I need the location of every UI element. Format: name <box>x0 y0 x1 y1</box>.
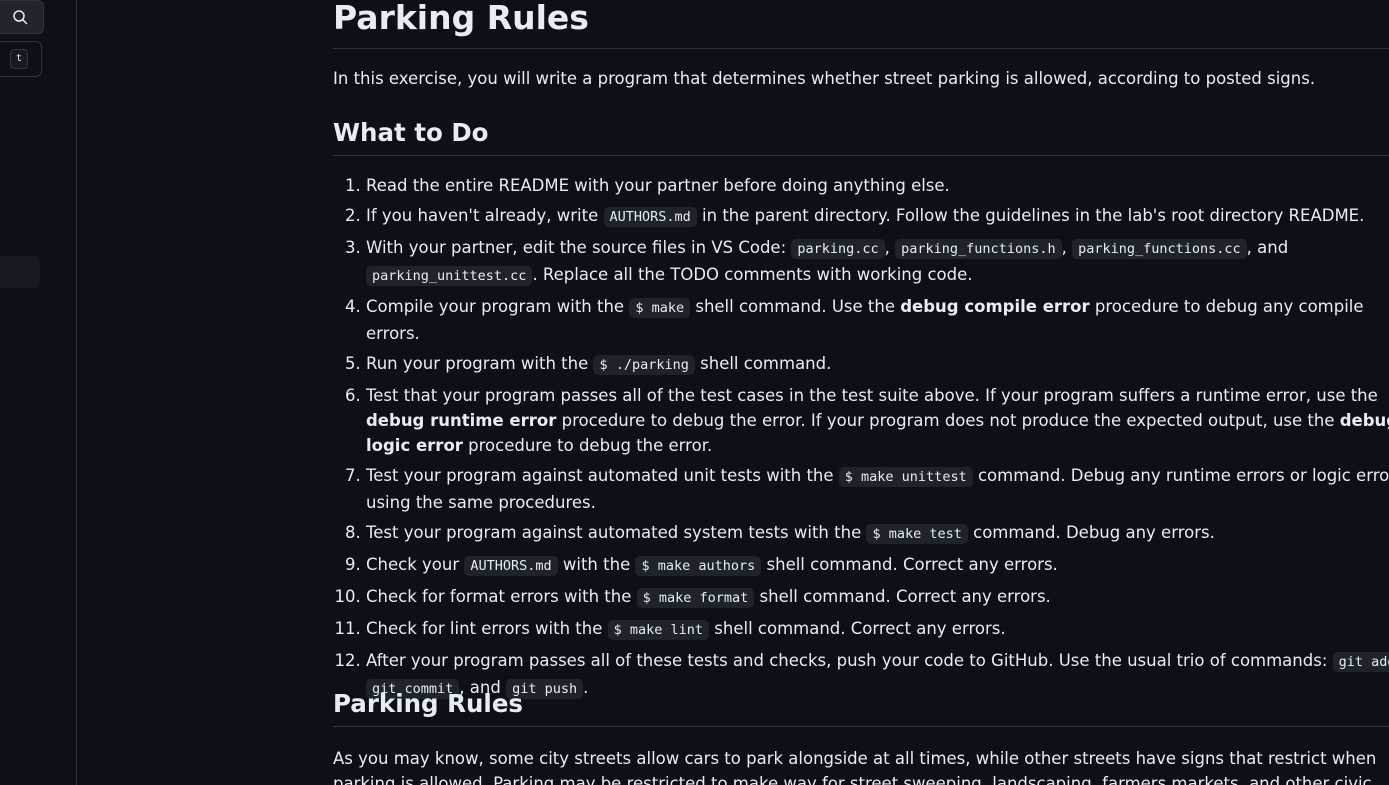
code-parking-cc: parking.cc <box>791 239 885 259</box>
readme-content: Parking Rules In this exercise, you will… <box>333 0 1389 785</box>
code-make-unittest: $ make unittest <box>838 467 973 487</box>
step-8-text: command. Debug any errors. <box>967 523 1215 542</box>
step-7-text: Test your program against automated unit… <box>366 466 839 485</box>
step-9-text: shell command. Correct any errors. <box>761 555 1058 574</box>
step-6-text: procedure to debug the error. If your pr… <box>556 411 1340 430</box>
code-parking-functions-h: parking_functions.h <box>895 239 1062 259</box>
code-make-format: $ make format <box>636 588 755 608</box>
step-2-text: in the parent directory. Follow the guid… <box>696 206 1365 225</box>
step-1: Read the entire README with your partner… <box>366 173 1389 198</box>
code-git-add: git add <box>1332 652 1389 672</box>
step-12-text: . <box>583 678 589 697</box>
step-5-text: Run your program with the <box>366 354 594 373</box>
parking-rules-divider <box>333 726 1389 727</box>
step-2: If you haven't already, write AUTHORS.md… <box>366 203 1389 230</box>
sidebar-resize-handle[interactable] <box>60 0 77 785</box>
step-10-text: shell command. Correct any errors. <box>754 587 1051 606</box>
step-3-text: , <box>884 238 896 257</box>
step-9: Check your AUTHORS.md with the $ make au… <box>366 552 1389 579</box>
intro-paragraph: In this exercise, you will write a progr… <box>333 69 1316 88</box>
step-9-text: with the <box>557 555 636 574</box>
step-5-text: shell command. <box>694 354 832 373</box>
sidebar-active-item[interactable] <box>0 256 40 288</box>
heading-parking-rules: Parking Rules <box>333 689 524 718</box>
what-to-do-divider <box>333 155 1389 156</box>
search-icon <box>13 10 28 25</box>
code-run-parking: $ ./parking <box>593 355 695 375</box>
bold-debug-compile-error: debug compile error <box>900 297 1090 316</box>
code-authors-md: AUTHORS.md <box>603 207 697 227</box>
steps-list: Read the entire README with your partner… <box>333 173 1389 707</box>
step-3-text: , <box>1061 238 1073 257</box>
step-1-text: Read the entire README with your partner… <box>366 176 950 195</box>
step-3: With your partner, edit the source files… <box>366 235 1389 289</box>
step-5: Run your program with the $ ./parking sh… <box>366 351 1389 378</box>
step-3-text: , and <box>1246 238 1289 257</box>
step-9-text: Check your <box>366 555 465 574</box>
parking-rules-paragraph: As you may know, some city streets allow… <box>333 749 1377 785</box>
step-4: Compile your program with the $ make she… <box>366 294 1389 346</box>
heading-what-to-do: What to Do <box>333 118 489 147</box>
step-6-text: Test that your program passes all of the… <box>366 386 1378 405</box>
search-button[interactable] <box>0 0 44 34</box>
page-title: Parking Rules <box>333 0 589 37</box>
step-11-text: shell command. Correct any errors. <box>709 619 1006 638</box>
step-10: Check for format errors with the $ make … <box>366 584 1389 611</box>
step-11: Check for lint errors with the $ make li… <box>366 616 1389 643</box>
step-3-text: . Replace all the TODO comments with wor… <box>532 265 973 284</box>
shortcut-key: t <box>10 49 28 69</box>
code-make-authors: $ make authors <box>635 556 762 576</box>
step-7: Test your program against automated unit… <box>366 463 1389 515</box>
step-8: Test your program against automated syst… <box>366 520 1389 547</box>
bold-debug-runtime-error: debug runtime error <box>366 411 557 430</box>
code-parking-functions-cc: parking_functions.cc <box>1072 239 1247 259</box>
step-6: Test that your program passes all of the… <box>366 383 1389 458</box>
sidebar: t <box>0 0 61 785</box>
code-make: $ make <box>629 298 691 318</box>
step-12-text: After your program passes all of these t… <box>366 651 1333 670</box>
step-10-text: Check for format errors with the <box>366 587 637 606</box>
step-2-text: If you haven't already, write <box>366 206 604 225</box>
step-4-text: Compile your program with the <box>366 297 630 316</box>
step-11-text: Check for lint errors with the <box>366 619 608 638</box>
step-3-text: With your partner, edit the source files… <box>366 238 792 257</box>
code-make-test: $ make test <box>866 524 968 544</box>
step-4-text: shell command. Use the <box>690 297 901 316</box>
code-parking-unittest-cc: parking_unittest.cc <box>366 266 533 286</box>
step-8-text: Test your program against automated syst… <box>366 523 867 542</box>
step-6-text: procedure to debug the error. <box>462 436 713 455</box>
shortcut-hint[interactable]: t <box>0 41 42 77</box>
title-divider <box>333 48 1389 49</box>
code-make-lint: $ make lint <box>607 620 710 640</box>
code-authors-md: AUTHORS.md <box>464 556 558 576</box>
